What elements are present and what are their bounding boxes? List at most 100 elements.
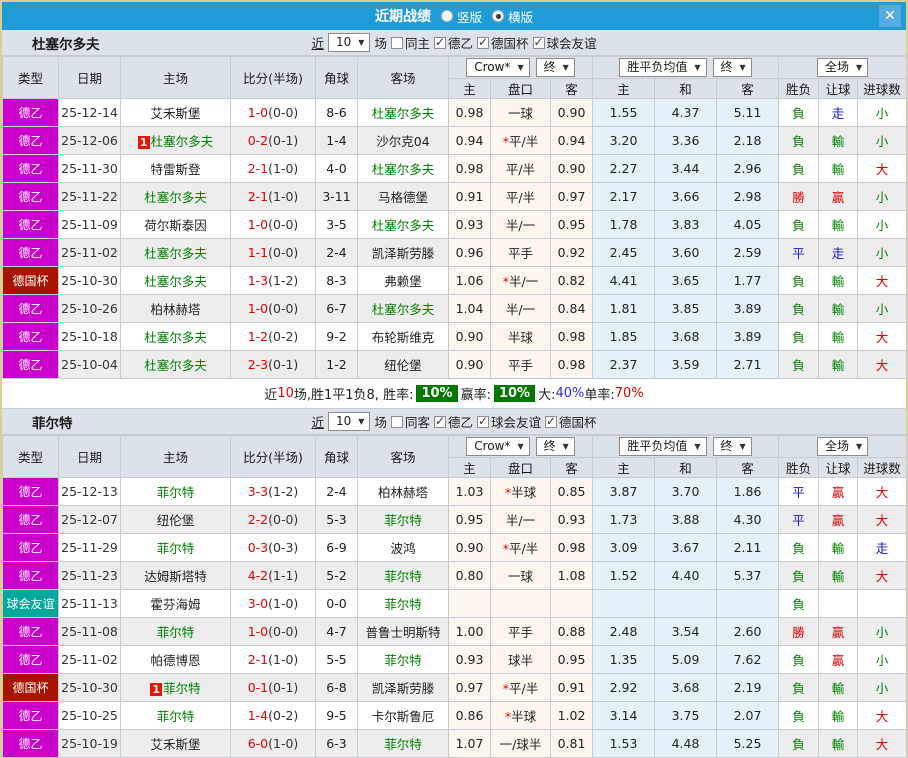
goals-result-cell: 小 [857,126,908,155]
near-link[interactable]: 近 [311,412,324,431]
comp-checkbox-league[interactable]: 德乙 [433,412,473,431]
subcol-home-odds: 主 [448,78,491,99]
home-team-cell: 菲尔特 [120,477,231,506]
subcol-avg-draw: 和 [654,78,717,99]
near-link[interactable]: 近 [311,33,324,52]
period-select[interactable]: 全场 ▼ [816,437,869,456]
checkbox-icon[interactable] [390,415,403,428]
date-cell: 25-10-04 [58,350,121,379]
score-cell: 1-0(0-0) [230,294,316,323]
comp-checkbox-cup[interactable]: 德国杯 [545,412,597,431]
handicap-home-odds-cell: 0.90 [448,350,491,379]
odds-time-select[interactable]: 终 ▼ [535,437,575,456]
avg-away-cell: 2.11 [715,533,780,562]
avg-home-cell: 1.52 [592,561,655,590]
avg-select-group: 胜平负均值 ▼ 终 ▼ [591,435,780,458]
avg-draw-cell: 5.09 [654,645,717,674]
title-bar: 近期战绩 竖版 横版 ✕ [2,2,906,30]
avg-time-select[interactable]: 终 ▼ [712,437,752,456]
odds-time-select[interactable]: 终 ▼ [535,58,575,77]
handicap-result-cell: 贏 [818,505,859,534]
match-count-select[interactable]: 10 ▼ [328,412,371,431]
corner-cell: 5-3 [315,505,358,534]
result-cell: 負 [778,561,820,590]
match-count-select[interactable]: 10 ▼ [328,33,371,52]
checkbox-icon[interactable] [476,35,489,49]
chevron-down-icon: ▼ [855,442,863,451]
match-row: 德乙 25-11-22 杜塞尔多夫 2-1(1-0) 3-11 马格德堡 0.91 平/半 0.… [2,182,908,211]
home-team-cell: 杜塞尔多夫 [120,322,231,351]
bookmaker-select-group: Crow* ▼ 终 ▼ [448,56,593,79]
match-type-cell: 德乙 [2,561,59,590]
date-cell: 25-12-13 [58,477,121,506]
subcol-avg-draw: 和 [654,457,717,478]
red-card-badge: 1 [150,683,163,696]
handicap-away-odds-cell: 0.98 [550,350,593,379]
radio-icon[interactable] [440,10,453,22]
summary-text: 近 [264,388,278,403]
bookmaker-select[interactable]: Crow* ▼ [466,437,530,456]
home-team-cell: 杜塞尔多夫 [120,350,231,379]
comp-checkbox-friendly[interactable]: 球会友谊 [476,412,541,431]
avg-time-select[interactable]: 终 ▼ [712,58,752,77]
chevron-down-icon: ▼ [562,63,569,72]
match-row: 德乙 25-11-08 菲尔特 1-0(0-0) 4-7 普鲁士明斯特 1.00 平手 0.88… [2,617,908,646]
avg-home-cell: 2.37 [592,350,655,379]
goals-result-cell: 大 [857,701,908,730]
same-venue-checkbox[interactable]: 同客 [390,412,430,431]
checkbox-icon[interactable] [532,35,545,49]
match-type-cell: 德乙 [2,505,59,534]
handicap-result-cell: 輸 [818,350,859,379]
goals-result-cell: 走 [857,533,908,562]
home-team-cell: 菲尔特 [120,533,231,562]
avg-draw-cell [654,589,717,618]
match-type-cell: 德乙 [2,210,59,239]
vertical-layout-option[interactable]: 竖版 [440,7,482,26]
avg-home-cell: 3.20 [592,126,655,155]
avg-away-cell [715,589,780,618]
avg-odds-select[interactable]: 胜平负均值 ▼ [619,58,707,77]
summary-text: 40% [555,386,585,401]
away-team-cell: 杜塞尔多夫 [357,210,449,239]
away-team-cell: 纽伦堡 [357,350,449,379]
avg-odds-select[interactable]: 胜平负均值 ▼ [619,437,707,456]
home-team-cell: 艾禾斯堡 [120,98,231,127]
radio-icon[interactable] [492,10,504,22]
handicap-away-odds-cell: 0.95 [550,645,593,674]
comp-checkbox-friendly[interactable]: 球会友谊 [532,33,597,52]
avg-home-cell: 1.85 [592,322,655,351]
comp-checkbox-cup[interactable]: 德国杯 [476,33,529,52]
avg-away-cell: 2.59 [715,238,780,267]
avg-away-cell: 4.05 [715,210,780,239]
close-button[interactable]: ✕ [879,5,901,27]
avg-draw-cell: 3.65 [654,266,717,295]
handicap-result-cell: 贏 [818,477,859,506]
checkbox-icon[interactable] [545,414,557,428]
bookmaker-select[interactable]: Crow* ▼ [466,58,530,77]
checkbox-icon[interactable] [433,35,446,49]
home-team-cell: 柏林赫塔 [120,294,231,323]
team-name: 菲尔特 [32,415,73,432]
period-select[interactable]: 全场 ▼ [816,58,869,77]
same-venue-checkbox[interactable]: 同主 [390,33,430,52]
goals-result-cell: 小 [857,238,908,267]
date-cell: 25-12-14 [58,98,121,127]
comp-checkbox-league[interactable]: 德乙 [433,33,473,52]
home-team-cell: 1 菲尔特 [120,673,231,702]
handicap-away-odds-cell: 0.85 [550,477,593,506]
handicap-away-odds-cell: 0.94 [550,126,593,155]
away-team-cell: 凯泽斯劳滕 [357,673,449,702]
summary-text: 70% [614,386,644,401]
handicap-result-cell: 輸 [818,673,859,702]
chevron-down-icon: ▼ [855,63,863,72]
horizontal-layout-option[interactable]: 横版 [492,7,533,26]
corner-cell: 6-8 [315,673,358,702]
handicap-cell: 球半 [490,645,551,674]
handicap-result-cell: 輸 [818,533,859,562]
checkbox-icon[interactable] [390,36,403,49]
score-cell: 1-0(0-0) [230,210,316,239]
avg-home-cell: 2.48 [592,617,655,646]
checkbox-icon[interactable] [476,414,489,428]
checkbox-icon[interactable] [433,414,446,428]
col-header-type: 类型 [2,56,59,99]
